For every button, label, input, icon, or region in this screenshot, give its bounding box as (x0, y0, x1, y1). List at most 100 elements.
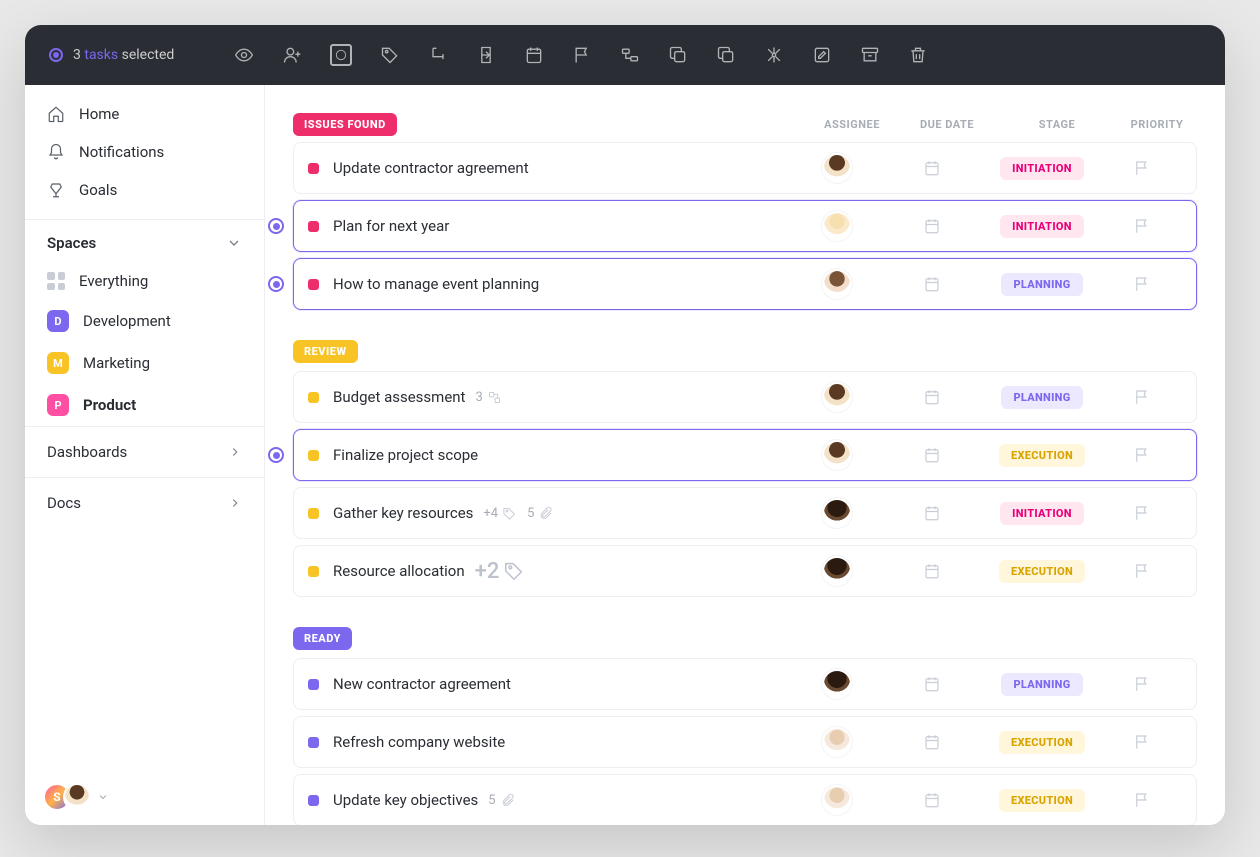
col-header-stage: STAGE (997, 118, 1117, 131)
task-row[interactable]: New contractor agreement PLANNING (293, 658, 1197, 710)
sidebar-item-everything[interactable]: Everything (25, 262, 264, 300)
status-dot[interactable] (308, 163, 319, 174)
cell-priority[interactable] (1102, 562, 1182, 580)
sidebar-space-development[interactable]: D Development (25, 300, 264, 342)
cell-priority[interactable] (1102, 675, 1182, 693)
delete-icon[interactable] (908, 45, 928, 65)
cell-stage[interactable]: INITIATION (982, 502, 1102, 525)
task-row[interactable]: Refresh company website EXECUTION (293, 716, 1197, 768)
cell-due-date[interactable] (882, 504, 982, 522)
sidebar-space-product[interactable]: P Product (25, 384, 264, 426)
cell-assignee[interactable] (792, 727, 882, 757)
sidebar-item-docs[interactable]: Docs (25, 477, 264, 528)
status-dot[interactable] (308, 737, 319, 748)
cell-due-date[interactable] (882, 562, 982, 580)
cell-stage[interactable]: PLANNING (982, 386, 1102, 409)
cell-due-date[interactable] (882, 159, 982, 177)
cell-stage[interactable]: INITIATION (982, 215, 1102, 238)
cell-assignee[interactable] (792, 211, 882, 241)
row-selected-indicator[interactable] (268, 447, 284, 463)
sidebar-item-label: Everything (79, 272, 148, 290)
cell-stage[interactable]: EXECUTION (982, 789, 1102, 812)
cell-priority[interactable] (1102, 733, 1182, 751)
dependencies-icon[interactable] (620, 45, 640, 65)
task-row[interactable]: Update contractor agreement INITIATION (293, 142, 1197, 194)
user-avatar[interactable] (63, 783, 91, 811)
move-subtask-icon[interactable] (428, 45, 448, 65)
cell-priority[interactable] (1102, 388, 1182, 406)
task-row[interactable]: Update key objectives5 EXECUTION (293, 774, 1197, 825)
status-dot[interactable] (308, 279, 319, 290)
sidebar-item-notifications[interactable]: Notifications (25, 133, 264, 171)
status-dot[interactable] (308, 679, 319, 690)
spaces-label: Spaces (47, 234, 96, 252)
spaces-header[interactable]: Spaces (25, 220, 264, 262)
cell-due-date[interactable] (882, 275, 982, 293)
assignee-avatar (822, 440, 852, 470)
move-icon[interactable] (476, 45, 496, 65)
merge-icon[interactable] (764, 45, 784, 65)
group-label[interactable]: REVIEW (293, 340, 358, 363)
cell-assignee[interactable] (792, 269, 882, 299)
task-row[interactable]: Budget assessment3 PLANNING (293, 371, 1197, 423)
task-row[interactable]: How to manage event planning PLANNING (293, 258, 1197, 310)
group-label[interactable]: ISSUES FOUND (293, 113, 397, 136)
assign-icon[interactable] (282, 45, 302, 65)
task-row[interactable]: Gather key resources+4 5 INITIATION (293, 487, 1197, 539)
due-date-icon[interactable] (524, 45, 544, 65)
cell-priority[interactable] (1102, 446, 1182, 464)
cell-stage[interactable]: PLANNING (982, 673, 1102, 696)
row-selected-indicator[interactable] (268, 218, 284, 234)
cell-assignee[interactable] (792, 785, 882, 815)
status-dot[interactable] (308, 450, 319, 461)
stage-pill: PLANNING (1001, 386, 1082, 409)
cell-assignee[interactable] (792, 556, 882, 586)
cell-stage[interactable]: EXECUTION (982, 731, 1102, 754)
cell-due-date[interactable] (882, 446, 982, 464)
cell-due-date[interactable] (882, 733, 982, 751)
caret-down-icon[interactable] (97, 791, 109, 803)
cell-due-date[interactable] (882, 388, 982, 406)
priority-flag-icon[interactable] (572, 45, 592, 65)
sidebar-space-marketing[interactable]: M Marketing (25, 342, 264, 384)
cell-priority[interactable] (1102, 275, 1182, 293)
cell-due-date[interactable] (882, 791, 982, 809)
sidebar-item-dashboards[interactable]: Dashboards (25, 426, 264, 477)
cell-assignee[interactable] (792, 153, 882, 183)
edit-icon[interactable] (812, 45, 832, 65)
subtask-count: 3 (475, 390, 501, 405)
task-name: Budget assessment3 (333, 388, 792, 406)
status-dot[interactable] (308, 221, 319, 232)
cell-priority[interactable] (1102, 159, 1182, 177)
task-row[interactable]: Plan for next year INITIATION (293, 200, 1197, 252)
sidebar-item-home[interactable]: Home (25, 95, 264, 133)
cell-assignee[interactable] (792, 440, 882, 470)
cell-stage[interactable]: EXECUTION (982, 444, 1102, 467)
cell-priority[interactable] (1102, 791, 1182, 809)
status-icon[interactable] (330, 44, 352, 66)
task-row[interactable]: Resource allocation+2 EXECUTION (293, 545, 1197, 597)
status-dot[interactable] (308, 392, 319, 403)
cell-assignee[interactable] (792, 498, 882, 528)
cell-priority[interactable] (1102, 504, 1182, 522)
watch-icon[interactable] (234, 45, 254, 65)
tag-icon[interactable] (380, 45, 400, 65)
sidebar-item-goals[interactable]: Goals (25, 171, 264, 209)
task-row[interactable]: Finalize project scope EXECUTION (293, 429, 1197, 481)
duplicate-icon[interactable] (668, 45, 688, 65)
status-dot[interactable] (308, 508, 319, 519)
cell-assignee[interactable] (792, 382, 882, 412)
archive-icon[interactable] (860, 45, 880, 65)
cell-due-date[interactable] (882, 675, 982, 693)
row-selected-indicator[interactable] (268, 276, 284, 292)
cell-priority[interactable] (1102, 217, 1182, 235)
copy-icon[interactable] (716, 45, 736, 65)
cell-stage[interactable]: PLANNING (982, 273, 1102, 296)
cell-due-date[interactable] (882, 217, 982, 235)
cell-stage[interactable]: EXECUTION (982, 560, 1102, 583)
cell-stage[interactable]: INITIATION (982, 157, 1102, 180)
status-dot[interactable] (308, 566, 319, 577)
status-dot[interactable] (308, 795, 319, 806)
cell-assignee[interactable] (792, 669, 882, 699)
group-label[interactable]: READY (293, 627, 352, 650)
